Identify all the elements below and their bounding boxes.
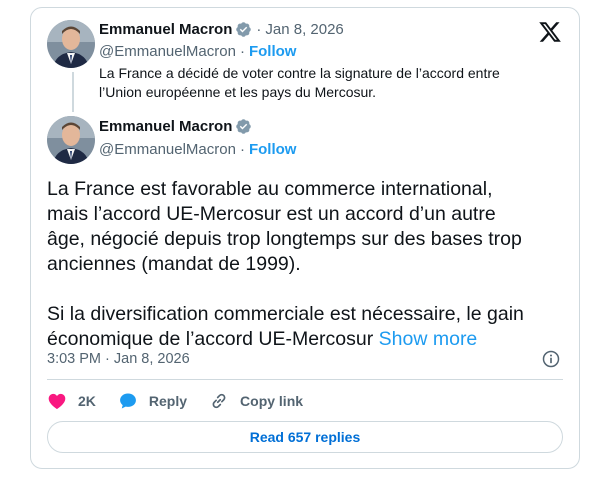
quoted-follow-button[interactable]: Follow [249,43,297,60]
main-tweet-text: La France est favorable au commerce inte… [47,177,537,352]
like-count: 2K [78,393,96,409]
avatar-image [47,116,95,164]
reply-label: Reply [148,393,188,409]
tweet-paragraph: La France est favorable au commerce inte… [47,178,522,275]
main-author-row: Emmanuel Macron [99,118,252,135]
main-follow-button[interactable]: Follow [249,141,297,158]
verified-badge-icon [236,22,252,37]
main-handle-row: @EmmanuelMacron · Follow [99,141,296,158]
like-button[interactable]: 2K [47,391,96,411]
quoted-handle-row: @EmmanuelMacron · Follow [99,43,296,60]
quoted-author-name[interactable]: Emmanuel Macron [99,21,232,38]
quoted-author-row: Emmanuel Macron · Jan 8, 2026 [99,21,344,38]
link-icon [212,393,226,409]
heart-icon [48,393,66,409]
show-more-link[interactable]: Show more [379,328,478,350]
copy-link-button[interactable]: Copy link [209,391,303,411]
avatar-image [47,20,95,68]
avatar-quoted[interactable] [47,20,95,68]
main-author-name[interactable]: Emmanuel Macron [99,118,232,135]
speech-bubble-icon [119,393,136,409]
main-handle[interactable]: @EmmanuelMacron [99,141,236,158]
divider [47,379,563,380]
embedded-tweet-card: Emmanuel Macron · Jan 8, 2026 @EmmanuelM… [30,7,580,469]
separator-dot: · [256,21,262,38]
quoted-handle[interactable]: @EmmanuelMacron [99,43,236,60]
verified-badge-icon [236,119,252,134]
separator-dot: · [239,141,245,158]
quoted-date[interactable]: Jan 8, 2026 [265,21,343,38]
tweet-timestamp[interactable]: 3:03 PM · Jan 8, 2026 [47,351,190,367]
info-icon[interactable] [541,349,561,369]
reply-button[interactable]: Reply [118,391,187,411]
tweet-actions: 2K Reply Copy link [47,389,325,413]
quoted-tweet-text: La France a décidé de voter contre la si… [99,65,500,100]
read-replies-button[interactable]: Read 657 replies [47,421,563,453]
thread-connector-line [72,72,74,112]
separator-dot: · [239,43,245,60]
avatar-main[interactable] [47,116,95,164]
copy-link-label: Copy link [240,393,304,409]
tweet-paragraph-truncated: Si la diversification commerciale est né… [47,302,537,352]
x-logo-icon[interactable] [537,20,563,44]
